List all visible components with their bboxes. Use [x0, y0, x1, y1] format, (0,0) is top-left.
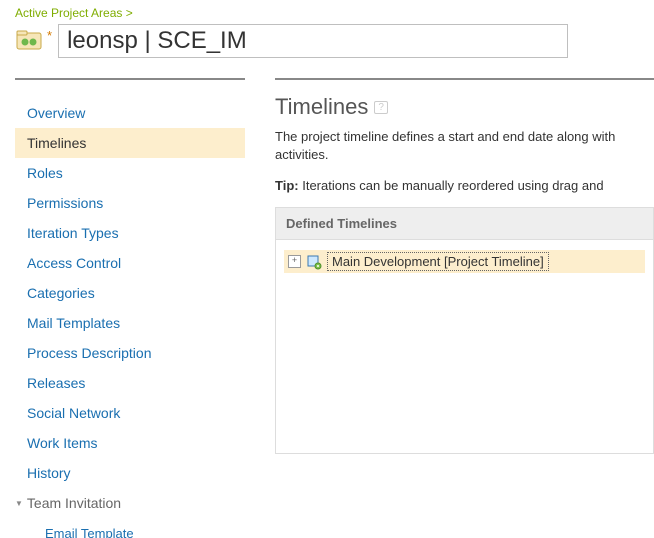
sidebar-item-iteration-types[interactable]: Iteration Types: [15, 218, 245, 248]
panel-title: Defined Timelines: [276, 208, 653, 240]
project-area-icon: [15, 30, 43, 52]
sidebar-item-social-network[interactable]: Social Network: [15, 398, 245, 428]
tip-text: Iterations can be manually reordered usi…: [302, 178, 603, 193]
project-title-input[interactable]: [58, 24, 568, 58]
sidebar-item-permissions[interactable]: Permissions: [15, 188, 245, 218]
sidebar-item-process-description[interactable]: Process Description: [15, 338, 245, 368]
page-description: The project timeline defines a start and…: [275, 128, 654, 164]
sidebar-item-history[interactable]: History: [15, 458, 245, 488]
title-row: *: [15, 24, 654, 58]
sidebar-item-access-control[interactable]: Access Control: [15, 248, 245, 278]
timeline-label[interactable]: Main Development [Project Timeline]: [327, 252, 549, 271]
panel-body: + Main Development [Project Timeline]: [276, 240, 653, 453]
page-tip: Tip: Iterations can be manually reordere…: [275, 178, 654, 193]
sidebar-item-team-invitation[interactable]: Team Invitation: [15, 488, 245, 519]
breadcrumb-link[interactable]: Active Project Areas: [15, 6, 122, 20]
sidebar: Overview Timelines Roles Permissions Ite…: [15, 78, 245, 538]
modified-asterisk-icon: *: [47, 28, 52, 43]
sidebar-item-overview[interactable]: Overview: [15, 98, 245, 128]
sidebar-item-roles[interactable]: Roles: [15, 158, 245, 188]
sidebar-item-work-items[interactable]: Work Items: [15, 428, 245, 458]
sidebar-item-releases[interactable]: Releases: [15, 368, 245, 398]
sidebar-item-timelines[interactable]: Timelines: [15, 128, 245, 158]
sidebar-item-mail-templates[interactable]: Mail Templates: [15, 308, 245, 338]
expand-icon[interactable]: +: [288, 255, 301, 268]
timeline-row[interactable]: + Main Development [Project Timeline]: [284, 250, 645, 273]
sidebar-item-categories[interactable]: Categories: [15, 278, 245, 308]
tip-label: Tip:: [275, 178, 299, 193]
defined-timelines-panel: Defined Timelines + Main Development [Pr…: [275, 207, 654, 454]
page-title: Timelines: [275, 94, 368, 120]
help-icon[interactable]: ?: [374, 101, 388, 114]
timeline-icon: [306, 254, 322, 270]
main-content: Timelines ? The project timeline defines…: [275, 78, 654, 538]
breadcrumb-sep: >: [126, 6, 133, 20]
breadcrumb: Active Project Areas >: [15, 6, 654, 20]
sidebar-item-email-template[interactable]: Email Template: [15, 519, 245, 538]
